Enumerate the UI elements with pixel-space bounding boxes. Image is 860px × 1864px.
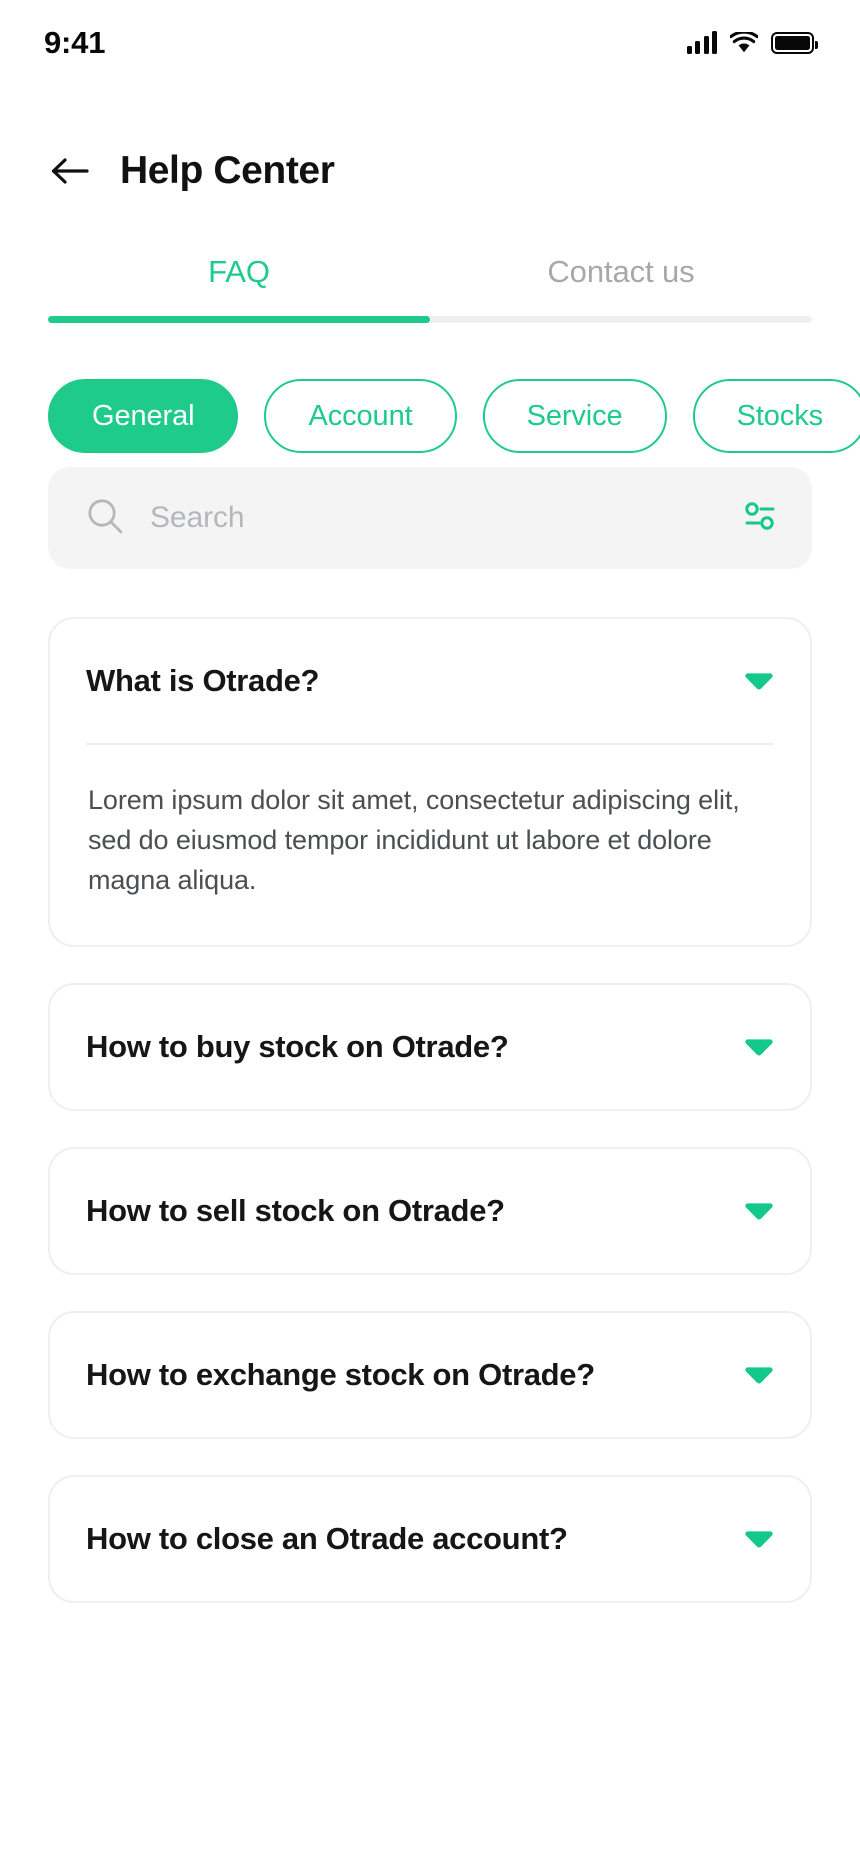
- faq-question-row[interactable]: What is Otrade?: [86, 619, 774, 743]
- tab-contact-us[interactable]: Contact us: [430, 254, 812, 316]
- category-pill-account[interactable]: Account: [264, 379, 457, 453]
- chevron-down-icon[interactable]: [744, 1364, 774, 1386]
- faq-question-row[interactable]: How to close an Otrade account?: [86, 1477, 774, 1601]
- tab-active-indicator: [48, 316, 430, 323]
- search-input[interactable]: [150, 501, 742, 535]
- chevron-down-icon[interactable]: [744, 1036, 774, 1058]
- search-icon: [86, 497, 124, 540]
- tab-faq[interactable]: FAQ: [48, 254, 430, 316]
- page-title: Help Center: [120, 149, 335, 192]
- chevron-down-icon[interactable]: [744, 1528, 774, 1550]
- back-arrow-icon: [51, 158, 89, 184]
- faq-question-row[interactable]: How to sell stock on Otrade?: [86, 1149, 774, 1273]
- faq-answer: Lorem ipsum dolor sit amet, consectetur …: [88, 785, 740, 895]
- faq-item-expanded[interactable]: What is Otrade? Lorem ipsum dolor sit am…: [48, 617, 812, 947]
- battery-full-icon: [771, 32, 818, 54]
- faq-question: How to buy stock on Otrade?: [86, 1028, 509, 1064]
- filter-sliders-icon[interactable]: [742, 498, 778, 539]
- faq-question: How to exchange stock on Otrade?: [86, 1356, 595, 1392]
- category-filter-row[interactable]: General Account Service Stocks: [0, 323, 860, 453]
- page-header: Help Center: [0, 86, 860, 210]
- category-pill-general[interactable]: General: [48, 379, 239, 453]
- tab-bar: FAQ Contact us: [0, 254, 860, 323]
- tab-labels-row: FAQ Contact us: [48, 254, 812, 316]
- faq-list: What is Otrade? Lorem ipsum dolor sit am…: [0, 569, 860, 1603]
- status-time: 9:41: [44, 25, 106, 60]
- faq-item-collapsed[interactable]: How to buy stock on Otrade?: [48, 982, 812, 1111]
- faq-item-collapsed[interactable]: How to close an Otrade account?: [48, 1474, 812, 1603]
- category-pill-service[interactable]: Service: [482, 379, 667, 453]
- faq-question-row[interactable]: How to exchange stock on Otrade?: [86, 1313, 774, 1437]
- faq-item-collapsed[interactable]: How to sell stock on Otrade?: [48, 1146, 812, 1275]
- status-bar: 9:41: [0, 0, 860, 86]
- search-section: [0, 467, 860, 569]
- status-icons: [686, 30, 818, 54]
- search-bar[interactable]: [48, 467, 812, 569]
- faq-question: What is Otrade?: [86, 663, 320, 698]
- faq-question: How to close an Otrade account?: [86, 1520, 568, 1556]
- faq-question: How to sell stock on Otrade?: [86, 1192, 505, 1228]
- wifi-icon: [729, 30, 759, 54]
- tab-indicator-track: [48, 316, 812, 323]
- back-button[interactable]: [48, 149, 92, 193]
- chevron-down-icon[interactable]: [744, 1200, 774, 1222]
- faq-item-collapsed[interactable]: How to exchange stock on Otrade?: [48, 1310, 812, 1439]
- cellular-signal-icon: [686, 31, 717, 54]
- chevron-down-icon[interactable]: [744, 670, 774, 692]
- faq-question-row[interactable]: How to buy stock on Otrade?: [86, 985, 774, 1109]
- category-pill-stocks[interactable]: Stocks: [692, 379, 860, 453]
